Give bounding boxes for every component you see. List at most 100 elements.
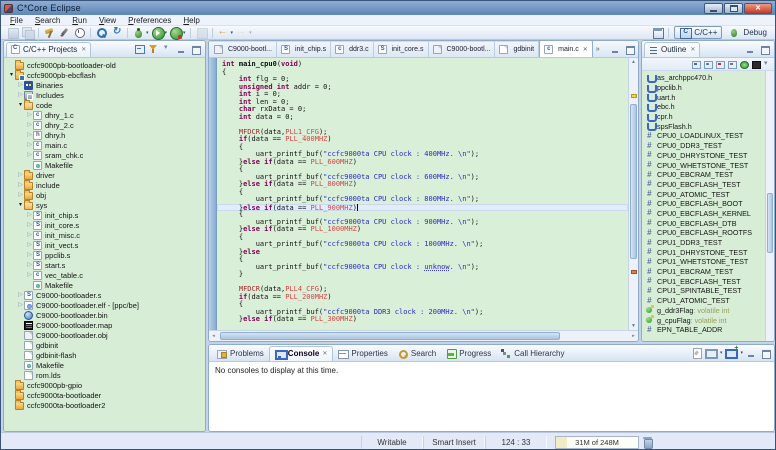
- scroll-left-arrow-icon[interactable]: ◂: [209, 331, 218, 341]
- dropdown-arrow-icon[interactable]: ▾: [720, 350, 723, 356]
- expander-icon[interactable]: ▾: [17, 100, 24, 110]
- outline-item[interactable]: CPU0_EBCFLASH_DTB: [645, 218, 765, 228]
- vertical-scrollbar[interactable]: ▲ ▼: [628, 58, 638, 330]
- tree-item[interactable]: ▷init_misc.c: [4, 230, 205, 240]
- code-line[interactable]: uart_printf_buf("ccfc9000ta CPU clock : …: [217, 241, 628, 249]
- dropdown-arrow-icon[interactable]: ▾: [740, 350, 743, 356]
- maximize-icon[interactable]: [190, 44, 201, 54]
- editor-tab-main-c[interactable]: main.c✕: [539, 40, 593, 57]
- tree-item[interactable]: Makefile: [4, 280, 205, 290]
- outline-item[interactable]: CPU0_EBCRAM_TEST: [645, 170, 765, 180]
- minimize-button[interactable]: [704, 3, 723, 14]
- expander-icon[interactable]: ▷: [26, 260, 33, 270]
- close-tab-icon[interactable]: ✕: [583, 46, 588, 53]
- outline-item[interactable]: CPU0_WHETSTONE_TEST: [645, 160, 765, 170]
- close-view-icon[interactable]: ✕: [81, 46, 86, 53]
- outline-scroll-thumb[interactable]: [767, 193, 773, 253]
- maximize-view-icon[interactable]: [759, 44, 770, 54]
- pencil-button[interactable]: [57, 26, 72, 39]
- outline-item[interactable]: CPU1_SPINTABLE_TEST: [645, 286, 765, 296]
- tree-item[interactable]: ▾code: [4, 100, 205, 110]
- view-menu-icon[interactable]: ▾: [763, 60, 771, 69]
- code-line[interactable]: }else if(data == PLL_800MHZ): [217, 181, 628, 189]
- tree-item[interactable]: ▷dhry_2.c: [4, 120, 205, 130]
- hide-non-public-icon[interactable]: [727, 60, 737, 69]
- dropdown-arrow-icon[interactable]: ▾: [183, 30, 186, 36]
- expander-icon[interactable]: ▷: [26, 110, 33, 120]
- tree-item[interactable]: ▷Binaries: [4, 80, 205, 90]
- dropdown-arrow-icon[interactable]: ▾: [231, 30, 234, 36]
- vertical-scroll-thumb[interactable]: [630, 104, 637, 259]
- outline-item[interactable]: CPU0_LOADLINUX_TEST: [645, 131, 765, 141]
- tree-item[interactable]: Makefile: [4, 360, 205, 370]
- outline-item[interactable]: CPU0_EBCFLASH_KERNEL: [645, 209, 765, 219]
- expander-icon[interactable]: ▷: [26, 120, 33, 130]
- outline-item[interactable]: CPU1_WHETSTONE_TEST: [645, 257, 765, 267]
- tree-item[interactable]: ▷dhry.h: [4, 130, 205, 140]
- tree-item[interactable]: ▷init_vect.s: [4, 240, 205, 250]
- outline-item[interactable]: CPU0_DHRYSTONE_TEST: [645, 151, 765, 161]
- open-perspective-button[interactable]: [650, 26, 665, 39]
- tab-overflow-icon[interactable]: »: [593, 46, 603, 53]
- outline-list[interactable]: as_archppc470.hppclib.huart.hebc.hcpr.hs…: [642, 71, 765, 341]
- outline-item[interactable]: g_ddr3Flag : volatile int: [645, 306, 765, 316]
- refresh-button[interactable]: [109, 26, 124, 39]
- run-button[interactable]: ▾: [150, 26, 169, 39]
- code-line[interactable]: if(data == PLL_200MHZ): [217, 294, 628, 302]
- tree-item[interactable]: ▷start.s: [4, 260, 205, 270]
- back-button[interactable]: ▾: [216, 26, 235, 39]
- search-button[interactable]: [94, 26, 109, 39]
- minimize-icon[interactable]: [176, 44, 187, 54]
- expander-icon[interactable]: ▷: [17, 80, 24, 90]
- code-line[interactable]: uart_printf_buf("ccfc9000ta CPU clock : …: [217, 196, 628, 204]
- expander-icon[interactable]: ▷: [26, 250, 33, 260]
- console-tab-progress[interactable]: Progress: [441, 346, 496, 361]
- minimize-view-icon[interactable]: [745, 44, 756, 54]
- expander-icon[interactable]: ▾: [17, 200, 24, 210]
- tree-item[interactable]: ▷vec_table.c: [4, 270, 205, 280]
- editor-tab-init-chip-s[interactable]: init_chip.s: [277, 41, 331, 57]
- tree-item[interactable]: ▷driver: [4, 170, 205, 180]
- code-editor[interactable]: int main_cpu0(void){ int flg = 0; unsign…: [217, 58, 628, 330]
- outline-item[interactable]: spsFlash.h: [645, 121, 765, 131]
- menu-run[interactable]: Run: [66, 16, 93, 25]
- outline-item[interactable]: CPU1_EBCFLASH_TEST: [645, 276, 765, 286]
- title-bar[interactable]: C*Core Eclipse ✕: [1, 1, 775, 15]
- hide-fields-icon[interactable]: [703, 60, 713, 69]
- code-line[interactable]: if(data == PLL_400MHZ): [217, 136, 628, 144]
- tab-cpp-projects[interactable]: C/C++ Projects ✕: [6, 42, 91, 57]
- filter-icon[interactable]: [148, 44, 159, 54]
- minimize-view-icon[interactable]: [746, 348, 757, 358]
- console-tab-search[interactable]: Search: [393, 346, 441, 361]
- outline-item[interactable]: CPU0_EBCFLASH_TEST: [645, 180, 765, 190]
- expander-icon[interactable]: ▷: [26, 220, 33, 230]
- outline-item[interactable]: CPU0_ATOMIC_TEST: [645, 189, 765, 199]
- tree-item[interactable]: ccfc9000pb-bootloader-old: [4, 60, 205, 70]
- tree-item[interactable]: ▷main.c: [4, 140, 205, 150]
- tree-item[interactable]: ▾sys: [4, 200, 205, 210]
- outline-item[interactable]: CPU1_DHRYSTONE_TEST: [645, 247, 765, 257]
- expander-icon[interactable]: ▾: [8, 70, 15, 80]
- view-menu-icon[interactable]: [162, 44, 173, 54]
- run-garbage-collector-button[interactable]: [643, 436, 653, 448]
- menu-preferences[interactable]: Preferences: [122, 16, 177, 25]
- minimize-view-icon[interactable]: [610, 44, 621, 54]
- menu-view[interactable]: View: [93, 16, 122, 25]
- expander-icon[interactable]: ▷: [26, 210, 33, 220]
- tree-item[interactable]: ▷C9000-bootloader.elf - [ppc/be]: [4, 300, 205, 310]
- outline-item[interactable]: ebc.h: [645, 102, 765, 112]
- menu-help[interactable]: Help: [177, 16, 205, 25]
- open-console-icon[interactable]: [725, 348, 736, 358]
- build-button[interactable]: [42, 26, 57, 39]
- tree-item[interactable]: ccfc9000ta-bootloader2: [4, 400, 205, 410]
- collapse-all-icon[interactable]: [134, 44, 145, 54]
- editor-tab-init-core-s[interactable]: init_core.s: [374, 41, 429, 57]
- console-tab-call-hierarchy[interactable]: Call Hierarchy: [496, 346, 569, 361]
- code-line[interactable]: }else if(data == PLL_300MHZ): [217, 316, 628, 324]
- expander-icon[interactable]: ▷: [17, 300, 24, 310]
- external-tools-button[interactable]: ▾: [168, 26, 187, 39]
- dropdown-arrow-icon[interactable]: ▾: [165, 30, 168, 36]
- link-with-editor-icon[interactable]: [739, 60, 749, 69]
- code-line[interactable]: uart_printf_buf("ccfc9000ta CPU clock : …: [217, 264, 628, 272]
- tree-item[interactable]: rom.lds: [4, 370, 205, 380]
